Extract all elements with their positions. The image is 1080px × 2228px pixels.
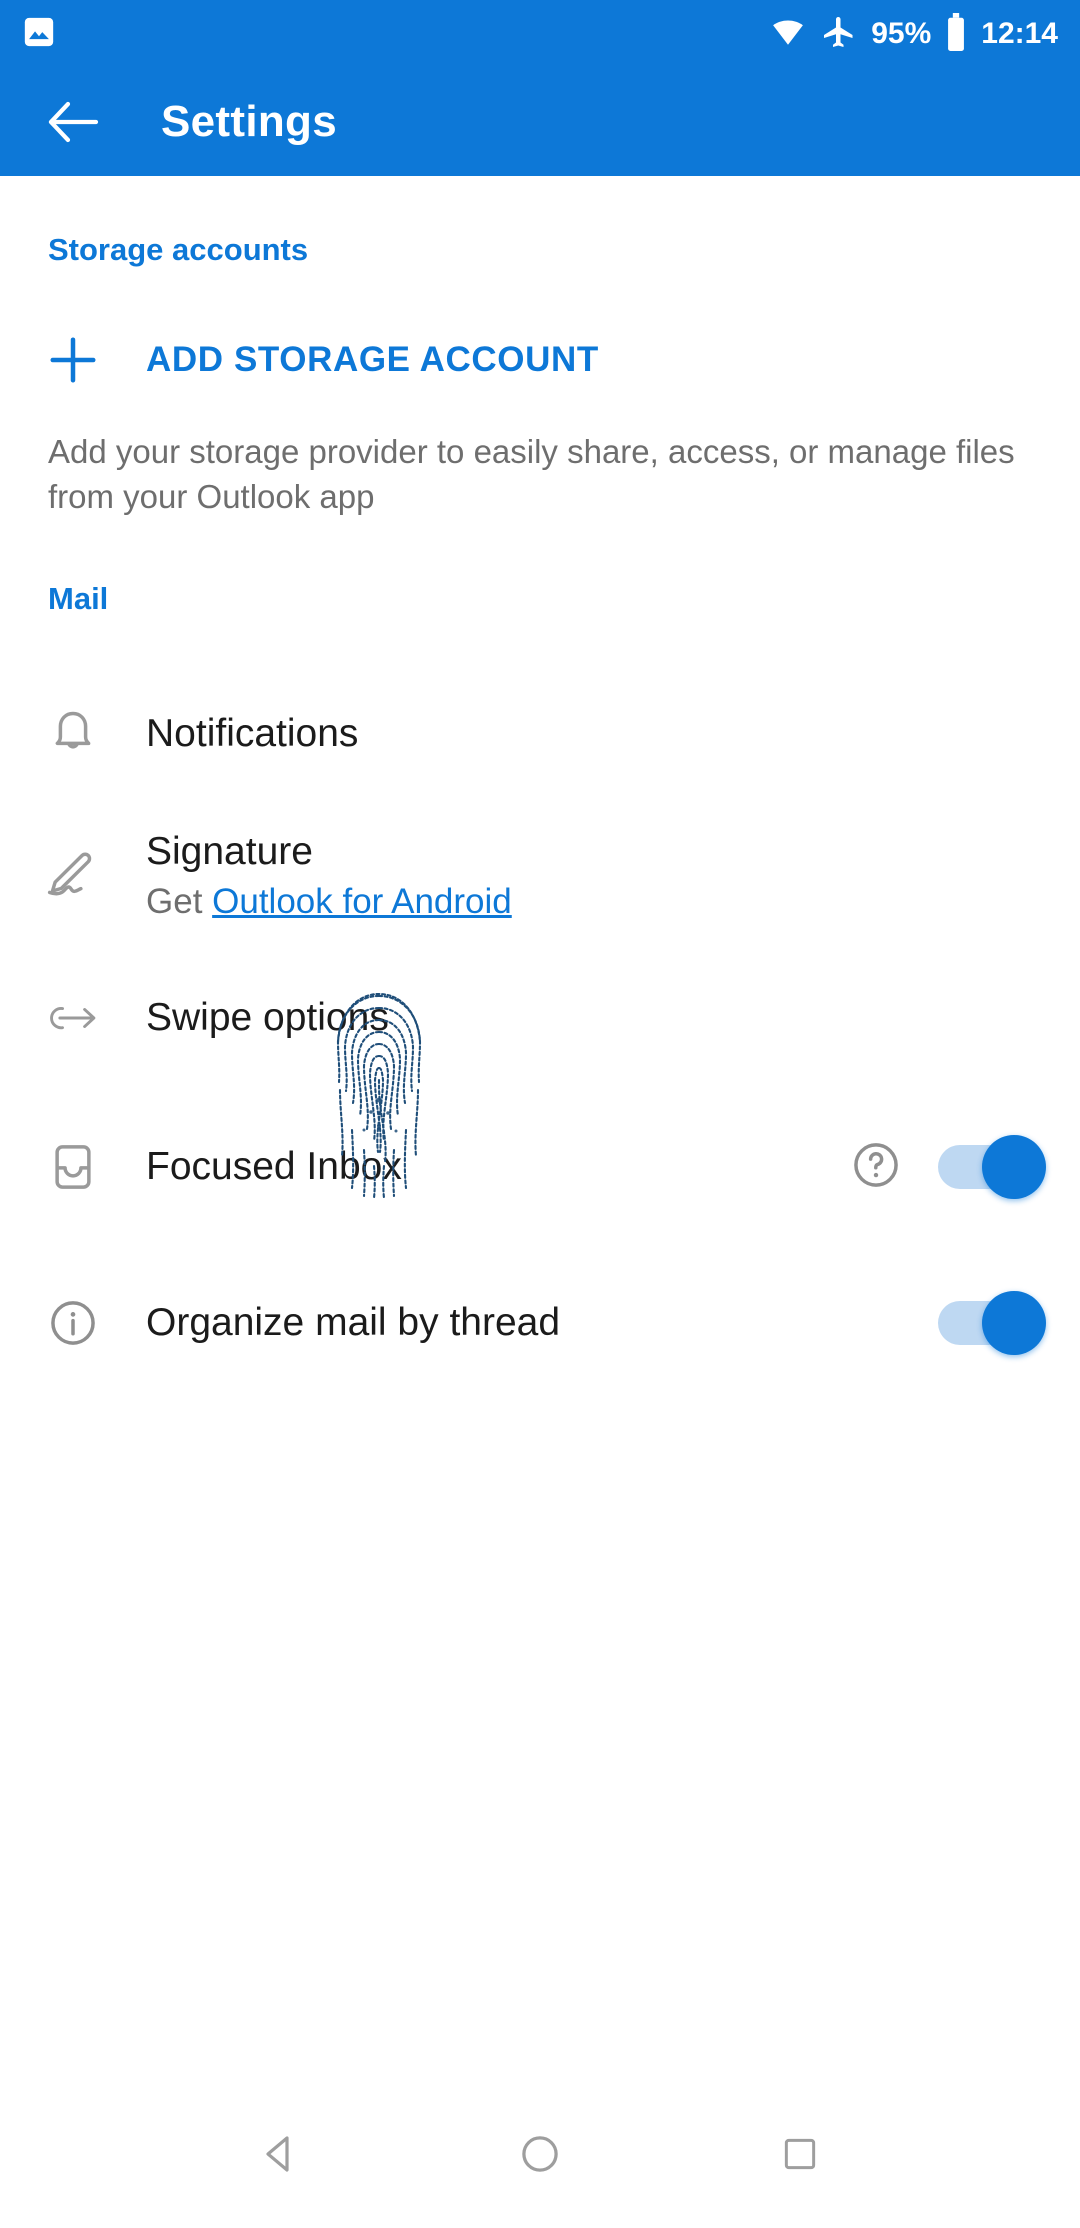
- settings-row-notifications[interactable]: Notifications: [0, 663, 1080, 805]
- settings-row-title: Swipe options: [146, 995, 389, 1039]
- page-title: Settings: [161, 97, 337, 146]
- pen-signature-icon: [0, 845, 146, 907]
- nav-back-icon[interactable]: [225, 2099, 335, 2209]
- nav-home-icon[interactable]: [485, 2099, 595, 2209]
- wifi-icon: [769, 15, 807, 54]
- settings-row-body: Swipe options: [146, 996, 1046, 1041]
- settings-row-swipe-options[interactable]: Swipe options: [0, 947, 1080, 1089]
- outlook-for-android-link[interactable]: Outlook for Android: [212, 882, 512, 921]
- clock-label: 12:14: [981, 17, 1058, 50]
- focused-inbox-toggle[interactable]: [938, 1135, 1046, 1200]
- settings-row-controls: [938, 1291, 1046, 1356]
- android-nav-bar: [0, 2080, 1080, 2228]
- settings-row-body: Signature Get Outlook for Android: [146, 830, 1046, 923]
- airplane-mode-icon: [821, 14, 857, 55]
- nav-recents-icon[interactable]: [745, 2099, 855, 2209]
- app-bar: Settings: [0, 68, 1080, 176]
- settings-row-body: Notifications: [146, 712, 1046, 757]
- info-circle-icon: [0, 1295, 146, 1351]
- status-bar-left: [22, 15, 56, 54]
- battery-percent-label: 95%: [871, 17, 932, 50]
- settings-row-controls: [848, 1135, 1046, 1200]
- status-bar-right: 95% 12:14: [769, 12, 1058, 56]
- settings-row-body: Focused Inbox: [146, 1145, 848, 1190]
- storage-description: Add your storage provider to easily shar…: [48, 433, 1015, 515]
- settings-row-title: Focused Inbox: [146, 1144, 402, 1188]
- signature-prefix: Get: [146, 882, 213, 922]
- settings-row-title: Signature: [146, 829, 313, 873]
- settings-row-focused-inbox[interactable]: Focused Inbox: [0, 1089, 1080, 1245]
- battery-icon: [945, 12, 967, 56]
- image-icon: [22, 15, 56, 54]
- toggle-thumb: [982, 1291, 1046, 1356]
- status-bar: 95% 12:14: [0, 0, 1080, 68]
- toggle-thumb: [982, 1135, 1046, 1200]
- add-storage-account-button[interactable]: ADD STORAGE ACCOUNT: [0, 306, 1080, 414]
- inbox-icon: [0, 1139, 146, 1195]
- section-header-mail: Mail: [48, 581, 109, 617]
- settings-row-body: Organize mail by thread: [146, 1301, 938, 1346]
- organize-by-thread-toggle[interactable]: [938, 1291, 1046, 1356]
- settings-row-title: Notifications: [146, 711, 359, 755]
- plus-icon: [0, 333, 146, 387]
- back-arrow-icon[interactable]: [40, 88, 108, 156]
- question-mark-circle-icon[interactable]: [848, 1137, 904, 1198]
- settings-row-title: Organize mail by thread: [146, 1300, 561, 1344]
- section-header-storage: Storage accounts: [48, 232, 309, 267]
- bell-icon: [0, 706, 146, 762]
- add-storage-account-label: ADD STORAGE ACCOUNT: [146, 340, 599, 379]
- settings-row-subtitle: Get Outlook for Android: [146, 882, 1046, 922]
- settings-row-organize-by-thread[interactable]: Organize mail by thread: [0, 1245, 1080, 1401]
- settings-content: Storage accounts ADD STORAGE ACCOUNT Add…: [0, 176, 1080, 2080]
- swipe-arrow-icon: [0, 997, 146, 1039]
- settings-row-signature[interactable]: Signature Get Outlook for Android: [0, 805, 1080, 947]
